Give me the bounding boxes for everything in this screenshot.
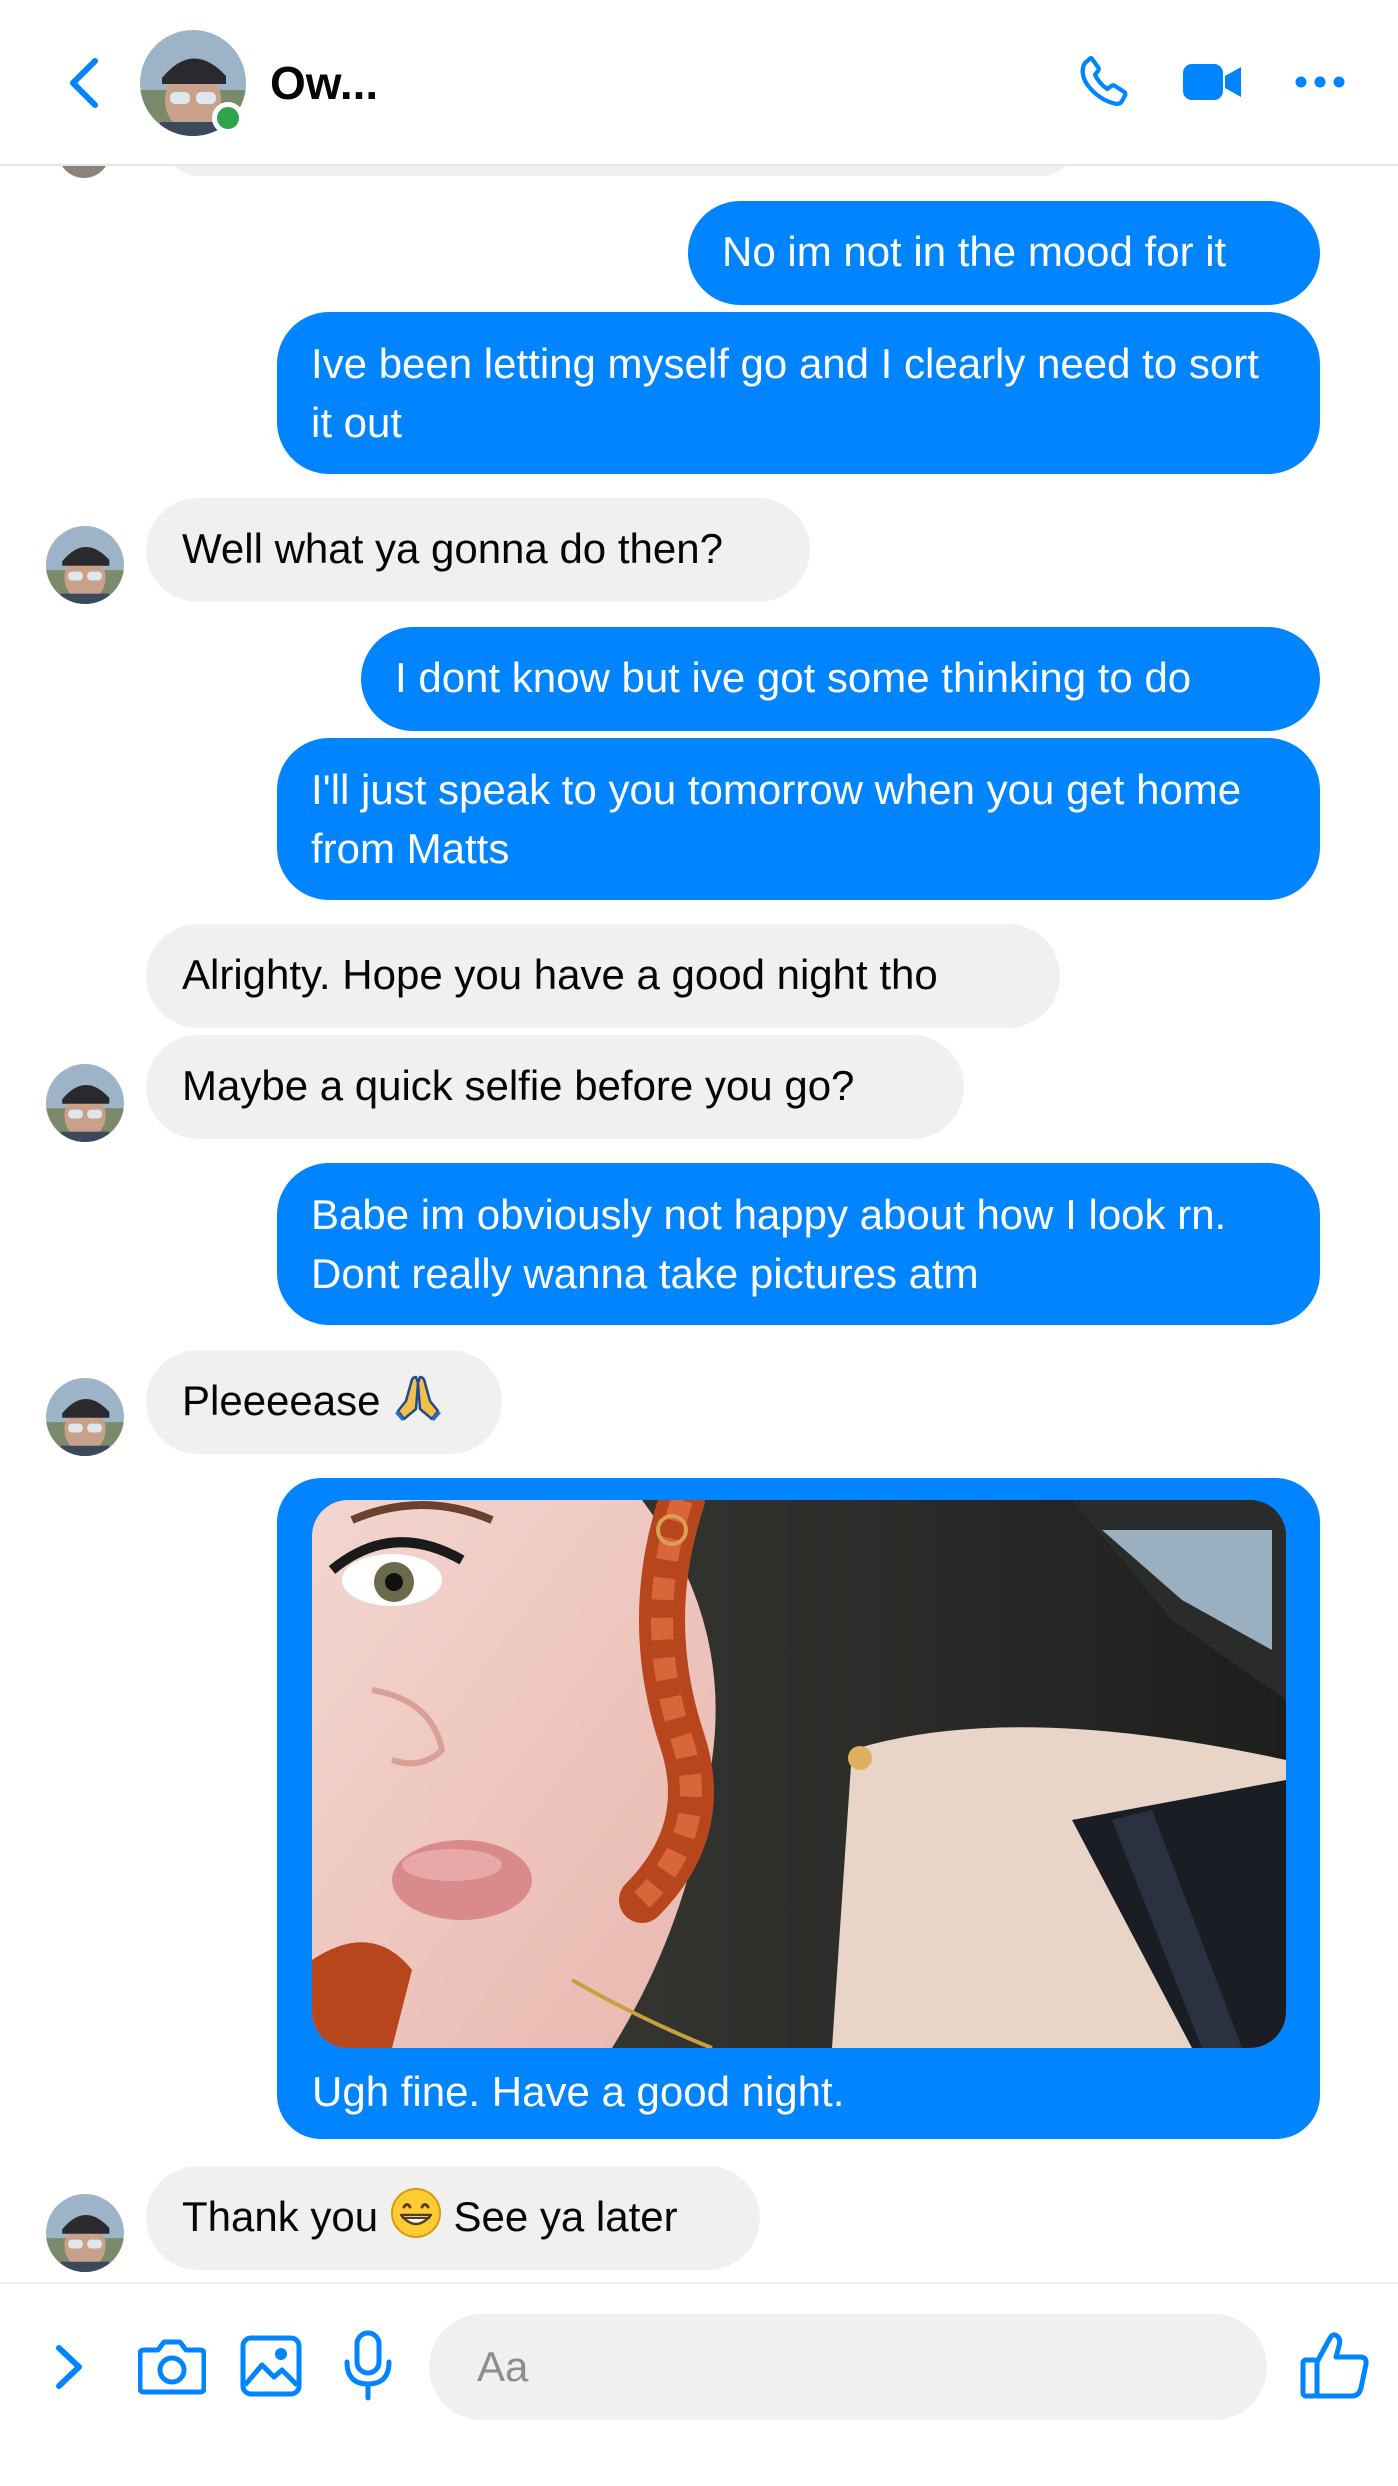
message-text: Thank you [182, 2193, 379, 2240]
message-bubble-incoming[interactable]: Maybe a quick selfie before you go? [146, 1035, 964, 1139]
chevron-left-icon [70, 58, 98, 108]
expand-actions-button[interactable] [44, 2332, 94, 2402]
thumbs-up-icon [1300, 2332, 1369, 2399]
video-camera-icon [1183, 64, 1241, 100]
image-caption: Ugh fine. Have a good night. [312, 2068, 845, 2115]
avatar[interactable] [46, 2194, 124, 2272]
message-bubble-incoming[interactable]: Pleeeease [146, 1350, 502, 1454]
avatar[interactable] [46, 1378, 124, 1456]
ellipsis-icon [1295, 76, 1345, 88]
more-options-button[interactable] [1290, 44, 1350, 120]
folded-hands-emoji [392, 1371, 444, 1438]
voice-message-button[interactable] [340, 2324, 396, 2408]
message-text: See ya later [453, 2193, 678, 2240]
message-bubble-outgoing-image[interactable]: Ugh fine. Have a good night. [277, 1478, 1320, 2139]
message-bubble-outgoing[interactable]: No im not in the mood for it [688, 201, 1320, 305]
message-bubble-outgoing[interactable]: Ive been letting myself go and I clearly… [277, 312, 1320, 474]
avatar[interactable] [46, 526, 124, 604]
microphone-icon [344, 2330, 392, 2401]
back-button[interactable] [58, 50, 108, 116]
chevron-right-icon [56, 2345, 82, 2389]
avatar[interactable] [46, 1064, 124, 1142]
message-bubble-outgoing[interactable]: I dont know but ive got some thinking to… [361, 627, 1320, 731]
video-call-button[interactable] [1180, 44, 1246, 120]
online-status-dot [212, 102, 244, 134]
contact-name[interactable]: Ow... [270, 52, 378, 114]
message-bubble-incoming[interactable]: Alrighty. Hope you have a good night tho [146, 924, 1060, 1028]
message-bubble-outgoing[interactable]: Babe im obviously not happy about how I … [277, 1163, 1320, 1325]
gallery-button[interactable] [236, 2328, 306, 2404]
camera-button[interactable] [136, 2328, 208, 2404]
message-composer [0, 2282, 1398, 2486]
gallery-icon [240, 2335, 302, 2397]
phone-icon [1080, 56, 1128, 106]
shared-photo[interactable] [312, 1500, 1286, 2048]
camera-icon [138, 2339, 206, 2395]
chat-header: Ow... [0, 0, 1398, 166]
grinning-face-emoji [390, 2187, 442, 2254]
message-bubble-outgoing[interactable]: I'll just speak to you tomorrow when you… [277, 738, 1320, 900]
message-bubble-incoming[interactable]: Well what ya gonna do then? [146, 498, 810, 602]
call-button[interactable] [1070, 44, 1140, 120]
message-text: Pleeeease [182, 1377, 381, 1424]
like-button[interactable] [1298, 2322, 1372, 2408]
message-input[interactable] [429, 2314, 1267, 2420]
message-bubble-incoming[interactable]: Thank you See ya later [146, 2166, 760, 2270]
